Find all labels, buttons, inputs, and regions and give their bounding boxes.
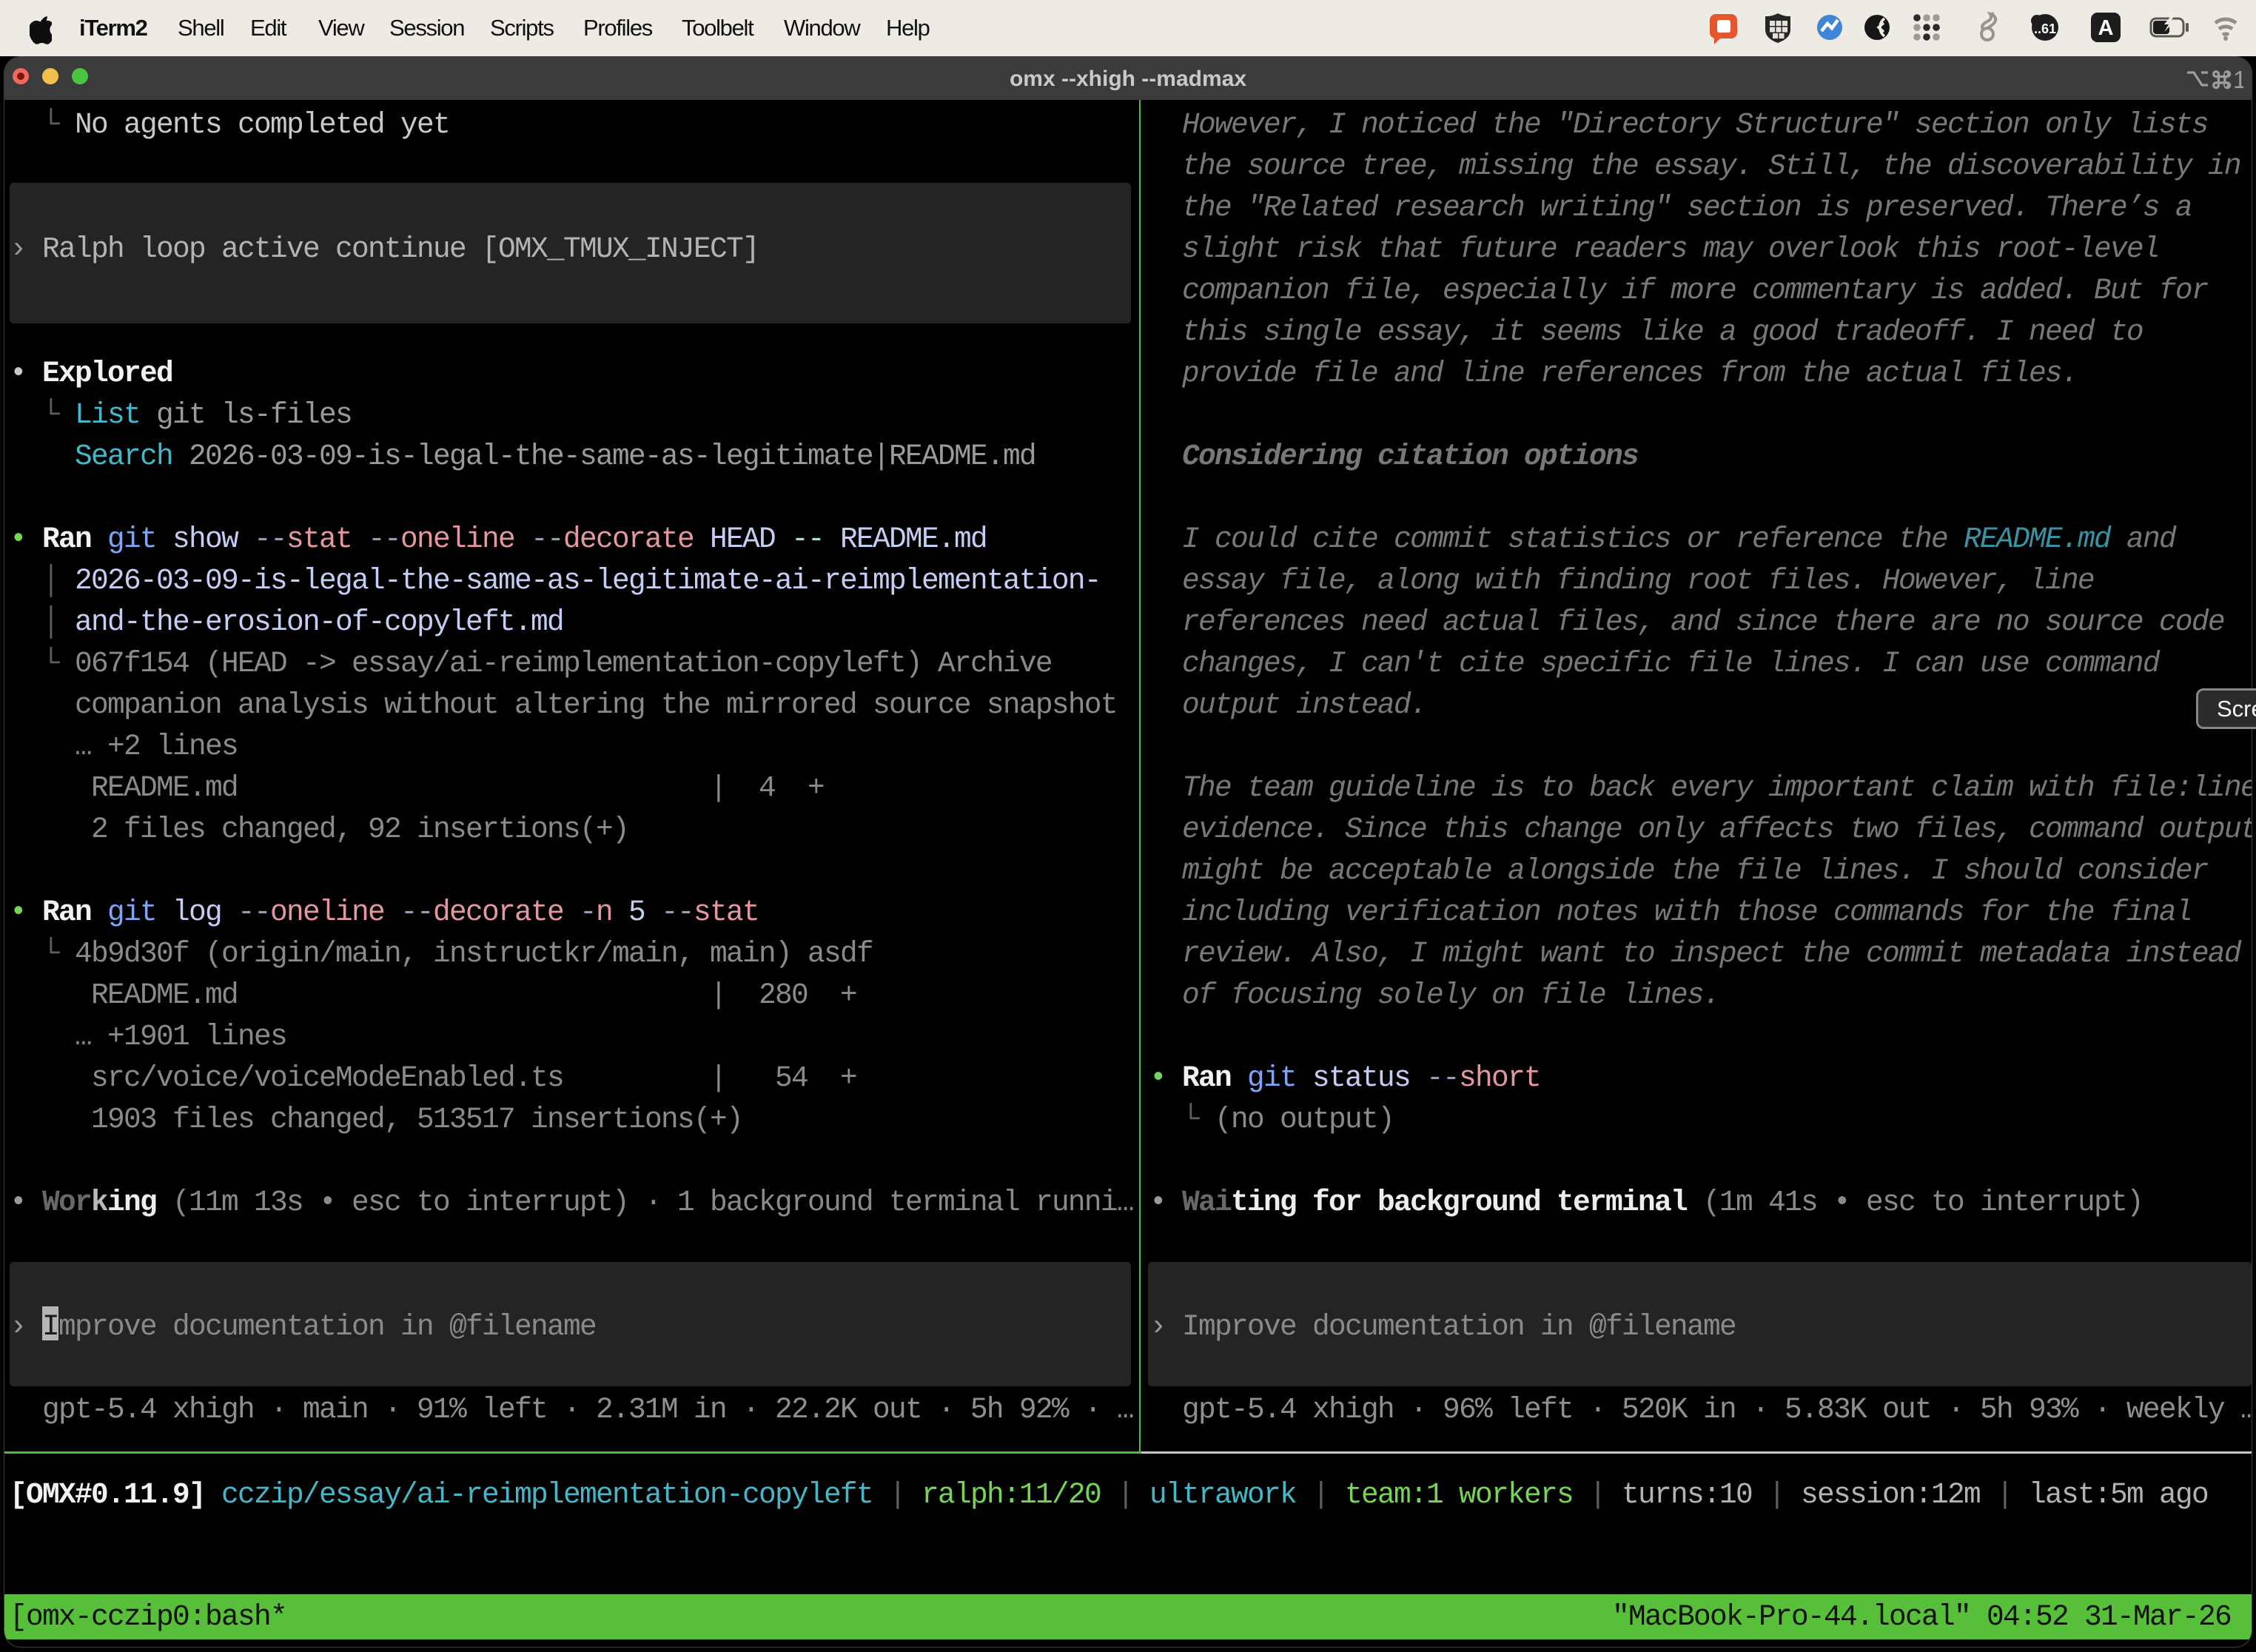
svg-text:A: A: [2098, 16, 2114, 40]
svg-text:..61: ..61: [2034, 21, 2056, 36]
svg-text:1: 1: [2233, 66, 2243, 93]
